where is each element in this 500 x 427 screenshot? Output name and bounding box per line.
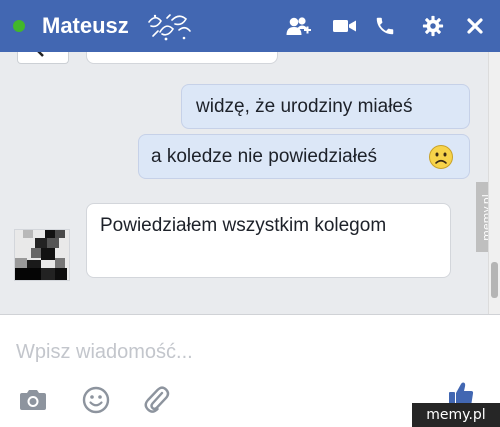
name-decoration-icon (148, 14, 191, 41)
message-bubble-outgoing[interactable]: widzę, że urodziny miałeś (181, 84, 470, 129)
attachment-icon[interactable] (140, 383, 174, 417)
bottom-watermark: memy.pl (412, 403, 500, 427)
message-bubble-outgoing[interactable]: a koledze nie powiedziałeś (138, 134, 470, 179)
message-text: Powiedziałem wszystkim kolegom (100, 215, 387, 236)
emoji-icon[interactable] (79, 383, 113, 417)
contact-avatar[interactable] (14, 229, 70, 281)
message-scrollbar[interactable] (488, 52, 500, 314)
contact-name[interactable]: Mateusz (42, 13, 129, 39)
voice-call-icon[interactable] (372, 14, 398, 38)
close-icon[interactable] (462, 14, 488, 38)
add-friends-icon[interactable] (286, 14, 312, 38)
message-list[interactable]: widzę, że urodziny miałeś a koledze nie … (0, 52, 488, 314)
message-bubble-previous (86, 52, 278, 64)
camera-icon[interactable] (16, 383, 50, 417)
message-bubble-incoming[interactable]: Powiedziałem wszystkim kolegom (86, 203, 451, 278)
message-text: a koledze nie powiedziałeś (151, 146, 378, 167)
frown-emoji-icon (429, 145, 453, 169)
settings-icon[interactable] (420, 14, 446, 38)
online-status-dot (13, 20, 25, 32)
video-call-icon[interactable] (332, 14, 358, 38)
message-input[interactable] (16, 335, 456, 369)
chat-header[interactable]: Mateusz (0, 0, 500, 52)
scrollbar-thumb[interactable] (491, 262, 498, 298)
chat-window: Mateusz widzę, że urodziny miałeś a kole… (0, 0, 500, 427)
message-text: widzę, że urodziny miałeś (196, 96, 413, 117)
contact-avatar (17, 52, 69, 64)
